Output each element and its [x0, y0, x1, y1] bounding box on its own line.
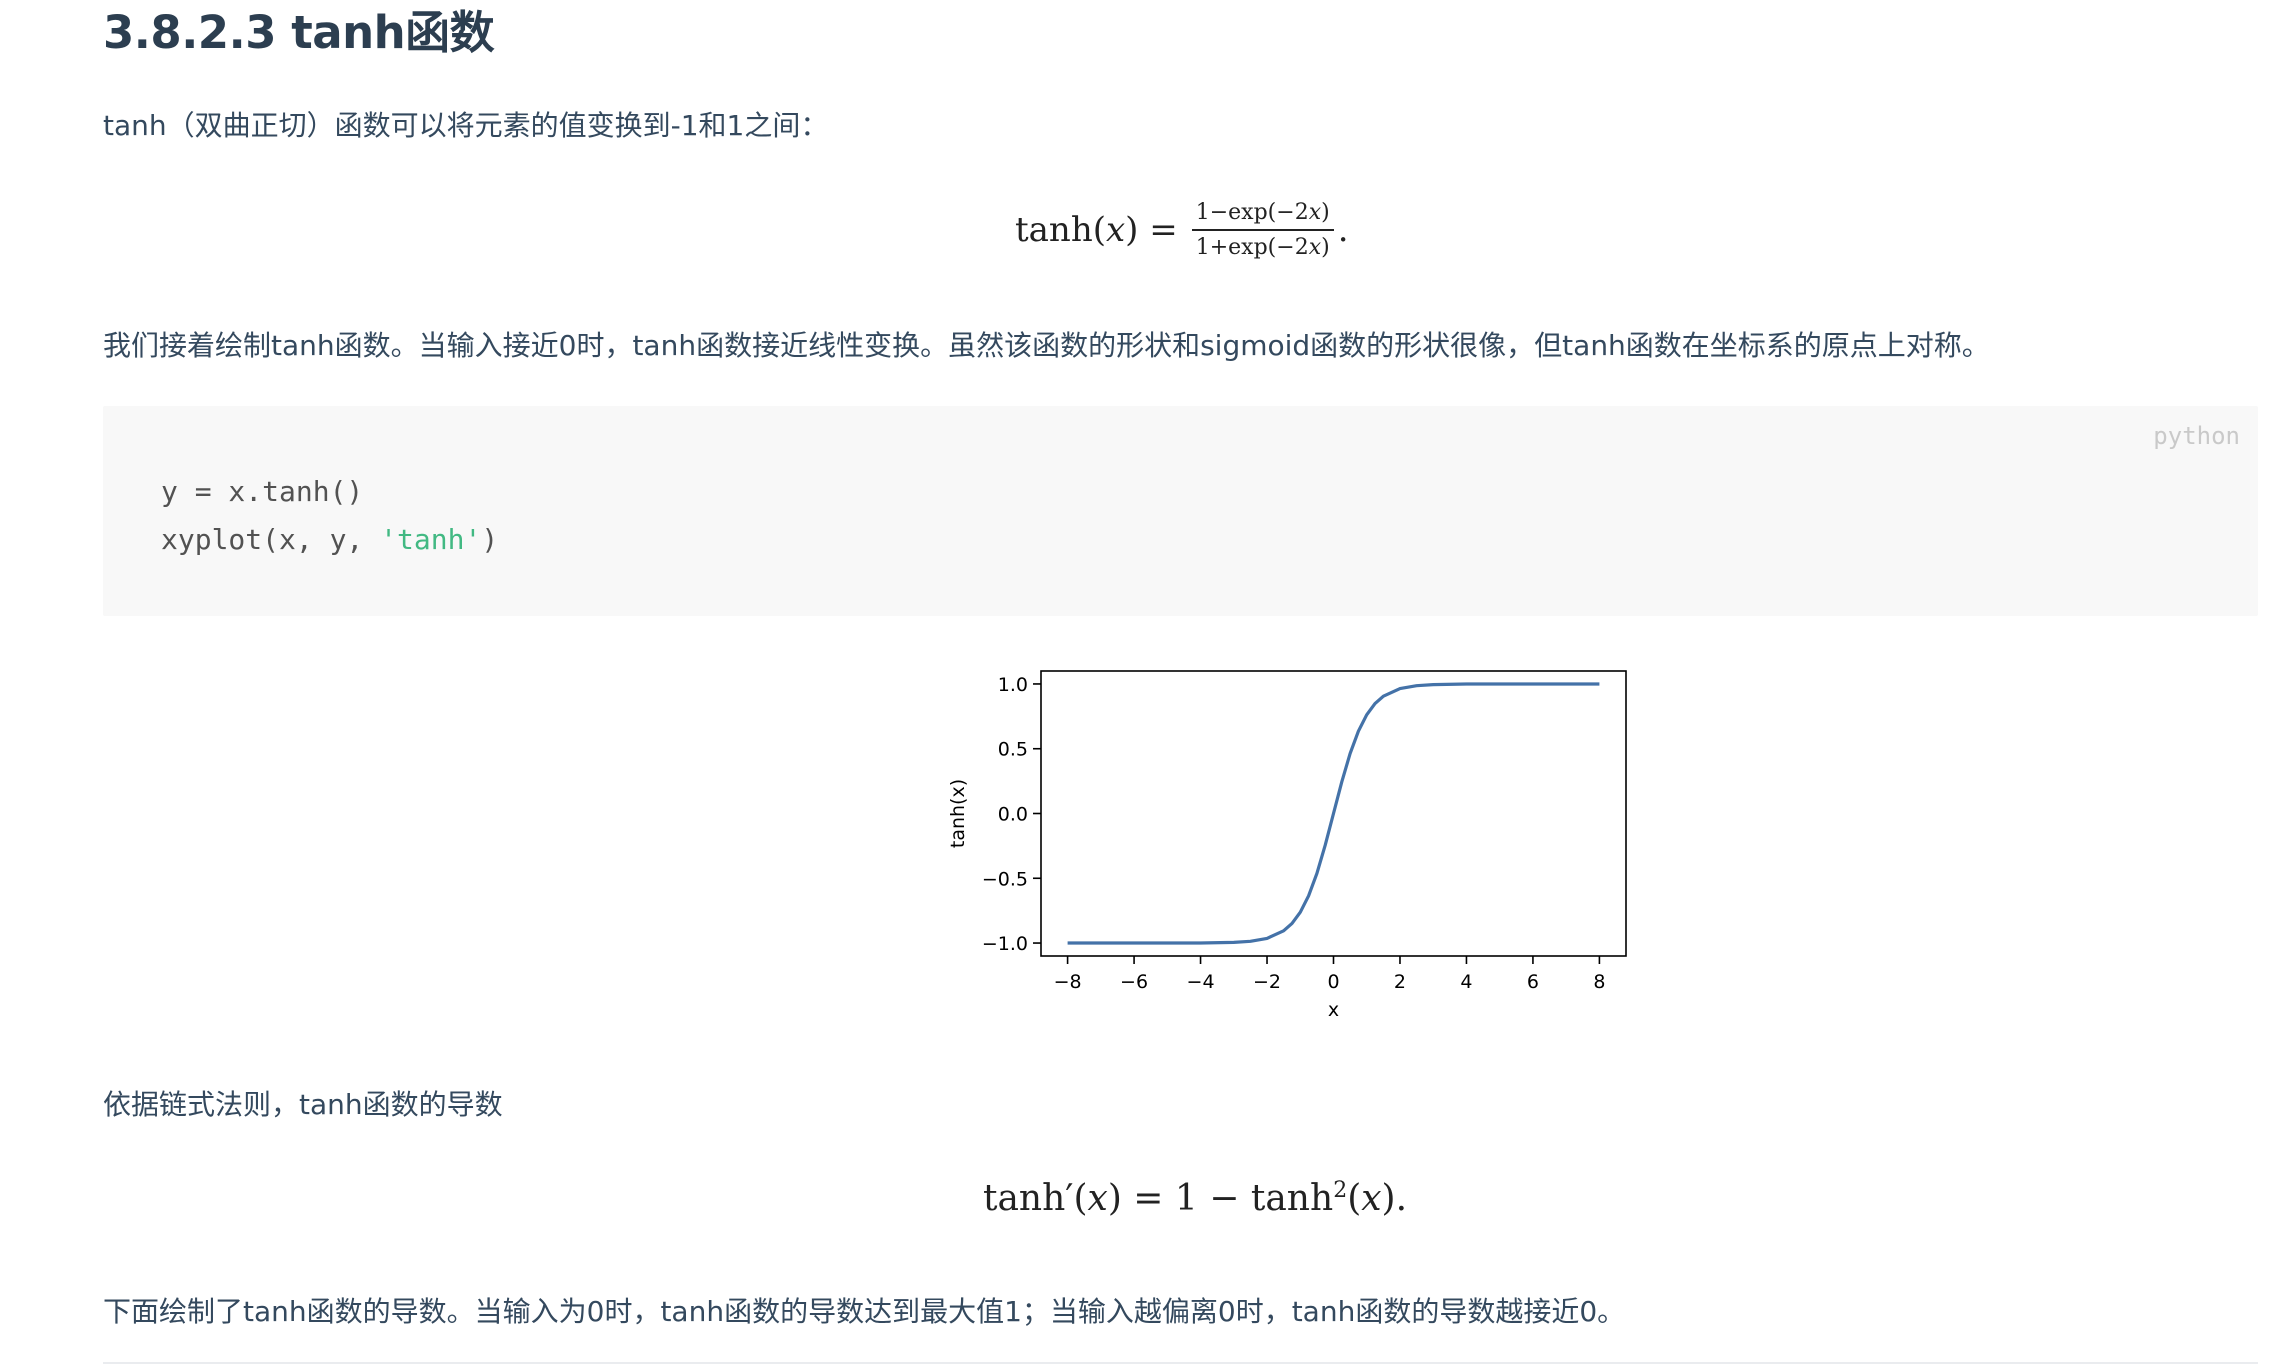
- x-tick-label: −4: [1187, 971, 1215, 993]
- tanh-chart: −8 −6 −4 −2 0 2 4 6 8 −1.0 −0.5 0.0 0.5 1.0 x tanh(x): [823, 645, 1643, 1039]
- derivative-rhs: (𝑥).: [1347, 1178, 1408, 1219]
- code-block[interactable]: python y = x.tanh() xyplot(x, y, 'tanh'): [103, 406, 2258, 616]
- formula-fraction: 1−exp(−2𝑥) 1+exp(−2𝑥): [1191, 200, 1334, 260]
- formula-numerator: 1−exp(−2𝑥): [1191, 200, 1334, 231]
- tanh-plot-svg: −8 −6 −4 −2 0 2 4 6 8 −1.0 −0.5 0.0 0.5 1.0 x tanh(x): [947, 670, 1627, 1021]
- derivative-lhs: tanh′(𝑥) = 1 − tanh: [983, 1178, 1334, 1219]
- formula-lhs: tanh(𝑥) =: [1015, 210, 1178, 250]
- x-tick-label: 2: [1394, 971, 1406, 993]
- chain-rule-paragraph: 依据链式法则，tanh函数的导数: [103, 1088, 503, 1121]
- intro-paragraph: tanh（双曲正切）函数可以将元素的值变换到-1和1之间：: [103, 109, 829, 142]
- y-tick-label: 0.0: [998, 804, 1028, 826]
- x-tick-label: 8: [1593, 971, 1605, 993]
- code-content[interactable]: y = x.tanh() xyplot(x, y, 'tanh'): [161, 468, 498, 564]
- code-line-1: y = x.tanh(): [161, 475, 364, 508]
- description-paragraph: 我们接着绘制tanh函数。当输入接近0时，tanh函数接近线性变换。虽然该函数的…: [103, 329, 1990, 362]
- x-tick-label: 4: [1460, 971, 1472, 993]
- code-language-label: python: [2153, 422, 2240, 450]
- final-paragraph: 下面绘制了tanh函数的导数。当输入为0时，tanh函数的导数达到最大值1；当输…: [103, 1295, 1626, 1328]
- code-line-2-call: xyplot(x, y,: [161, 523, 381, 556]
- x-tick-label: 6: [1527, 971, 1539, 993]
- y-axis-label: tanh(x): [947, 779, 969, 848]
- x-axis-label: x: [1328, 999, 1339, 1021]
- y-tick-label: 0.5: [998, 739, 1028, 761]
- code-line-2: xyplot(x, y, 'tanh'): [161, 523, 498, 556]
- y-tick-label: −0.5: [982, 868, 1028, 890]
- x-tick-label: −8: [1054, 971, 1082, 993]
- formula-tail: .: [1337, 210, 1349, 250]
- code-string-literal: 'tanh': [380, 523, 482, 556]
- code-line-2-close: ): [481, 523, 499, 556]
- y-tick-label: 1.0: [998, 674, 1028, 696]
- y-tick-label: −1.0: [982, 933, 1028, 955]
- section-title: 3.8.2.3 tanh函数: [103, 6, 495, 59]
- derivative-formula: tanh′(𝑥) = 1 − tanh2(𝑥).: [983, 1178, 1407, 1219]
- x-tick-label: −6: [1120, 971, 1148, 993]
- x-tick-label: 0: [1327, 971, 1339, 993]
- x-tick-label: −2: [1253, 971, 1281, 993]
- derivative-exponent: 2: [1333, 1178, 1348, 1203]
- formula-denominator: 1+exp(−2𝑥): [1195, 235, 1330, 260]
- series-line-0: [1067, 682, 1600, 945]
- tanh-formula: tanh(𝑥) = 1−exp(−2𝑥) 1+exp(−2𝑥) .: [1015, 200, 1349, 260]
